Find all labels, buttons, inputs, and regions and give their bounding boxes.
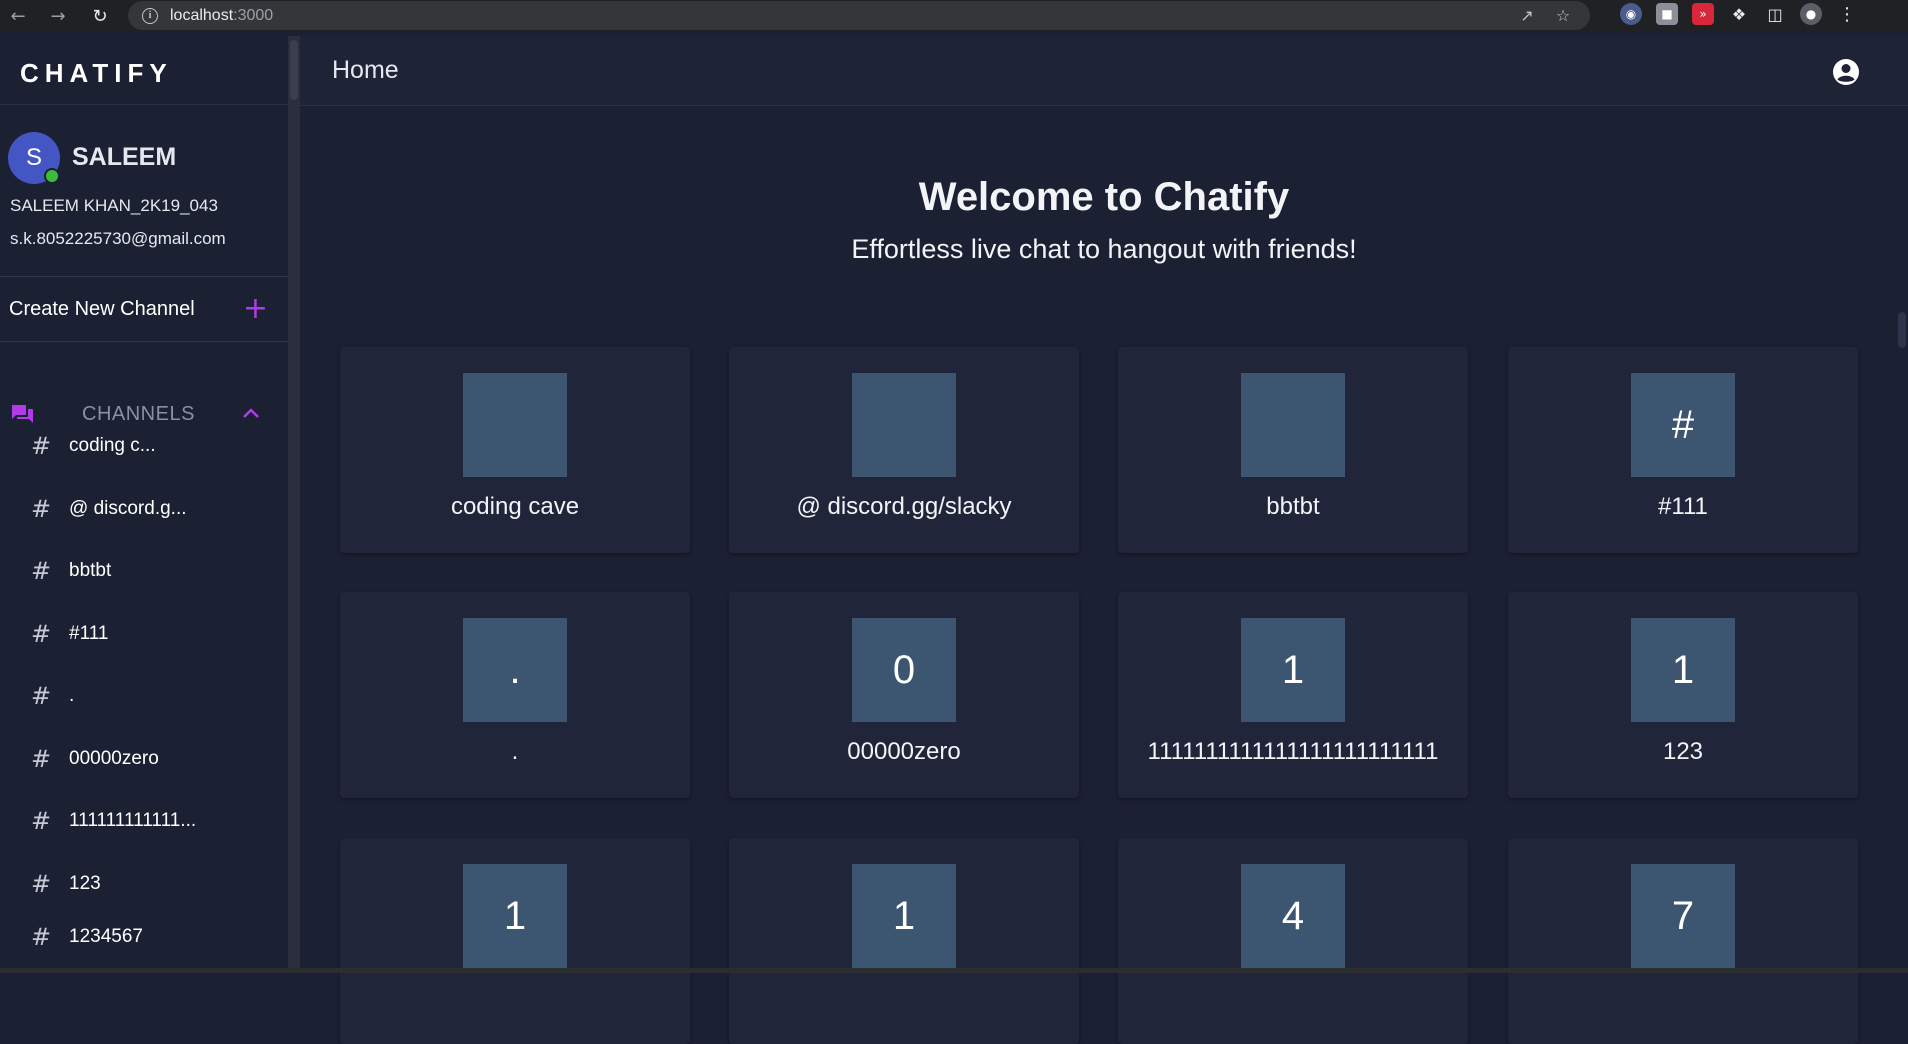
channel-card-name: coding cave — [450, 493, 580, 520]
channel-card-name: 00000zero — [847, 738, 961, 765]
site-info-icon[interactable]: i — [142, 7, 158, 24]
hash-icon: # — [31, 620, 52, 648]
channel-card-name: 123 — [1662, 738, 1704, 765]
channel-card-tile: 0 — [852, 618, 956, 722]
channel-card-tile: 1 — [1631, 618, 1735, 722]
welcome-subtitle: Effortless live chat to hangout with fri… — [851, 234, 1357, 264]
hash-icon: # — [31, 807, 52, 835]
plus-icon[interactable]: + — [243, 294, 268, 324]
channel-card-tile — [1241, 373, 1345, 477]
side-panel-icon[interactable]: ◫ — [1764, 3, 1786, 25]
channel-card-tile: 4 — [1241, 864, 1345, 968]
share-icon[interactable]: ↗ — [1516, 4, 1538, 26]
extension-profile-icon[interactable]: ■ — [1656, 3, 1678, 25]
create-channel-label: Create New Channel — [9, 297, 195, 320]
hash-icon: # — [31, 745, 52, 773]
profile-avatar-icon[interactable]: ● — [1800, 3, 1822, 25]
hash-icon: # — [31, 495, 52, 523]
channel-card[interactable]: 1 1111111111111111111111111 — [1118, 592, 1468, 798]
sidebar-scrollbar-thumb[interactable] — [290, 40, 298, 100]
channel-card[interactable]: 1 — [340, 838, 690, 1044]
window-bottom-edge — [0, 968, 1908, 973]
page-title: Home — [332, 56, 399, 84]
sidebar-channel-item[interactable]: # #111 — [0, 604, 288, 664]
back-icon[interactable]: ← — [4, 2, 32, 30]
sidebar-channel-item[interactable]: # . — [0, 666, 288, 726]
forward-icon[interactable]: → — [44, 2, 72, 30]
sidebar-channel-item[interactable]: # bbtbt — [0, 541, 288, 601]
address-bar[interactable]: i localhost:3000 ↗ ☆ — [128, 1, 1590, 30]
extension-shield-icon[interactable]: ◉ — [1620, 3, 1642, 25]
channel-card[interactable]: 1 — [729, 838, 1079, 1044]
sidebar-channel-item[interactable]: # 123 — [0, 854, 288, 914]
hash-icon: # — [31, 870, 52, 898]
brand-logo: CHATIFY — [20, 58, 173, 88]
channel-name: coding c... — [69, 435, 156, 456]
main-scrollbar[interactable] — [1896, 107, 1908, 970]
user-full-name: SALEEM KHAN_2K19_043 — [10, 196, 218, 215]
channel-card-tile — [852, 373, 956, 477]
divider — [0, 341, 288, 342]
channel-name: bbtbt — [69, 560, 112, 581]
divider — [0, 104, 288, 105]
channel-card[interactable]: . . — [340, 592, 690, 798]
bookmark-star-icon[interactable]: ☆ — [1552, 4, 1574, 26]
channel-name: 00000zero — [69, 748, 159, 769]
sidebar-channel-item[interactable]: # coding c... — [0, 416, 288, 476]
channel-card-tile: 1 — [852, 864, 956, 968]
channel-card[interactable]: @ discord.gg/slacky — [729, 347, 1079, 553]
url-text: localhost:3000 — [170, 6, 274, 24]
channel-card[interactable]: # #111 — [1508, 347, 1858, 553]
main-scrollbar-thumb[interactable] — [1898, 312, 1906, 348]
sidebar-channel-item[interactable]: # 00000zero — [0, 729, 288, 789]
sidebar-scrollbar[interactable] — [288, 36, 300, 970]
channel-card-name: #111 — [1658, 493, 1708, 520]
sidebar-channel-item[interactable]: # 1234567 — [0, 907, 288, 967]
create-channel-button[interactable]: Create New Channel + — [0, 277, 288, 341]
hash-icon: # — [31, 682, 52, 710]
user-email: s.k.8052225730@gmail.com — [10, 229, 226, 248]
sidebar-channel-item[interactable]: # @ discord.g... — [0, 479, 288, 539]
welcome-title: Welcome to Chatify — [918, 175, 1290, 219]
channel-card-tile — [463, 373, 567, 477]
main-content: Welcome to Chatify Effortless live chat … — [300, 107, 1896, 1044]
hash-icon: # — [31, 557, 52, 585]
top-app-bar: Home — [300, 36, 1908, 106]
sidebar-channel-item[interactable]: # 111111111111... — [0, 791, 288, 851]
channel-card-tile: 1 — [1241, 618, 1345, 722]
channel-card-tile: # — [1631, 373, 1735, 477]
channel-card[interactable]: bbtbt — [1118, 347, 1468, 553]
user-name: SALEEM — [72, 143, 177, 171]
extension-forward-icon[interactable]: » — [1692, 3, 1714, 25]
channel-card-tile: 7 — [1631, 864, 1735, 968]
channel-card[interactable]: 7 — [1508, 838, 1858, 1044]
channel-name: #111 — [69, 623, 109, 644]
channel-card[interactable]: coding cave — [340, 347, 690, 553]
channel-name: 1234567 — [69, 926, 143, 947]
channel-name: . — [69, 685, 75, 706]
online-status-dot — [44, 168, 60, 184]
channel-name: @ discord.g... — [69, 498, 187, 519]
channel-card-name: @ discord.gg/slacky — [796, 493, 1012, 520]
channel-card-tile: 1 — [463, 864, 567, 968]
channel-card[interactable]: 4 — [1118, 838, 1468, 1044]
channel-name: 123 — [69, 873, 101, 894]
extensions-puzzle-icon[interactable]: ❖ — [1728, 3, 1750, 25]
channel-card-tile: . — [463, 618, 567, 722]
channel-card-name: bbtbt — [1266, 493, 1320, 520]
browser-menu-icon[interactable]: ⋮ — [1836, 3, 1858, 25]
channel-name: 111111111111... — [69, 810, 197, 831]
channel-card[interactable]: 1 123 — [1508, 592, 1858, 798]
channel-card-name: . — [511, 738, 519, 765]
sidebar: CHATIFY S SALEEM SALEEM KHAN_2K19_043 s.… — [0, 36, 288, 970]
hash-icon: # — [31, 923, 52, 951]
account-circle-icon[interactable] — [1832, 58, 1860, 86]
channel-card-name: 1111111111111111111111111 — [1147, 738, 1439, 765]
browser-toolbar: ← → ↻ i localhost:3000 ↗ ☆ ◉ ■ » ❖ ◫ ● ⋮ — [0, 0, 1908, 31]
reload-icon[interactable]: ↻ — [86, 2, 114, 30]
hash-icon: # — [31, 432, 52, 460]
channel-card[interactable]: 0 00000zero — [729, 592, 1079, 798]
